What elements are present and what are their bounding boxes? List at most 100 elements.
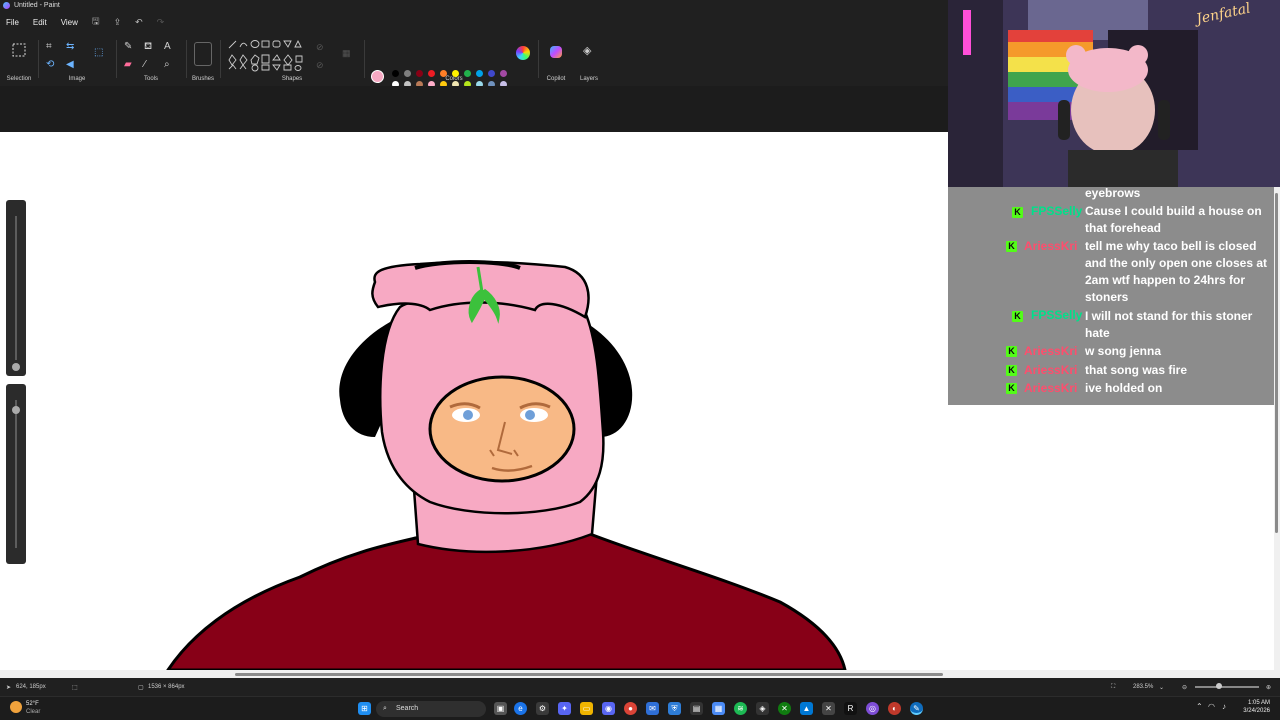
rotate-icon[interactable]: ⟲ — [46, 58, 54, 72]
weather-condition[interactable]: Clear — [26, 709, 40, 715]
color-swatch[interactable] — [428, 70, 435, 77]
search-label: Search — [396, 705, 419, 712]
resize-icon[interactable]: ⇆ — [66, 40, 74, 54]
status-bar: ➤ 624, 185px ⬚ ▢ 1536 × 864px ⛶ 283.5% ⌄… — [0, 678, 1280, 696]
clock-date[interactable]: 3/24/2026 — [1236, 708, 1270, 714]
share-icon[interactable]: ⇪ — [114, 17, 122, 28]
left-iris-shape — [463, 410, 473, 420]
discord-icon[interactable]: ◉ — [602, 702, 615, 715]
fit-to-window-icon[interactable]: ⛶ — [1111, 684, 1115, 691]
taskbar-search[interactable]: ⌕ Search — [376, 701, 486, 717]
magnifier-icon[interactable]: ⌕ — [164, 58, 170, 72]
paint-canvas-drawing[interactable] — [0, 132, 948, 670]
color-swatch[interactable] — [416, 70, 423, 77]
eraser-icon[interactable]: ▰ — [124, 58, 132, 72]
zoom-dropdown-icon[interactable]: ⌄ — [1159, 684, 1164, 691]
primary-color[interactable] — [371, 70, 384, 83]
wifi-icon[interactable]: ◠ — [1208, 702, 1215, 711]
shapes-gallery-icon[interactable] — [226, 38, 308, 72]
fill-icon[interactable]: ⛾ — [144, 40, 152, 54]
selection-icon[interactable] — [11, 42, 27, 58]
windows-taskbar: 52°F Clear ⊞ ⌕ Search ▣ e ⚙ ✦ ▭ ◉ ● ✉ ⛨ … — [0, 696, 1280, 720]
color-swatch[interactable] — [440, 70, 447, 77]
outlook-icon[interactable]: ✉ — [646, 702, 659, 715]
zoom-level[interactable]: 283.5% — [1133, 684, 1153, 690]
obs-icon[interactable]: ◎ — [866, 702, 879, 715]
toolbar-gap — [0, 86, 948, 132]
chat-username: AriessKri — [1024, 239, 1078, 253]
defender-icon[interactable]: ⛨ — [668, 702, 681, 715]
zoom-out-icon[interactable]: ⊖ — [1182, 684, 1187, 691]
color-swatch[interactable] — [452, 70, 459, 77]
copilot-app-icon[interactable]: ✦ — [558, 702, 571, 715]
flip-icon[interactable]: ◀ — [66, 58, 74, 72]
canvas-slider-top[interactable] — [6, 200, 26, 376]
cursor-position: 624, 185px — [16, 684, 46, 690]
edit-colors-icon[interactable] — [516, 46, 530, 60]
rockstar-icon[interactable]: R — [844, 702, 857, 715]
color-swatch[interactable] — [500, 70, 507, 77]
task-view-icon[interactable]: ▣ — [494, 702, 507, 715]
color-swatch[interactable] — [476, 70, 483, 77]
file-explorer-icon[interactable]: ▭ — [580, 702, 593, 715]
tools-label: Tools — [143, 76, 158, 82]
chrome-icon[interactable]: ● — [624, 702, 637, 715]
zoom-in-icon[interactable]: ⊕ — [1266, 684, 1271, 691]
crop-icon[interactable]: ⌗ — [46, 40, 52, 54]
shape-fill-icon[interactable]: ⊘ — [316, 60, 324, 71]
brush-icon[interactable] — [194, 42, 212, 66]
brushes-group: Brushes — [190, 36, 216, 84]
photos-icon[interactable]: ▲ — [800, 702, 813, 715]
text-icon[interactable]: A — [164, 40, 171, 54]
edge-icon[interactable]: e — [514, 702, 527, 715]
color-swatch[interactable] — [488, 70, 495, 77]
outline-icon[interactable]: ⊘ — [316, 42, 324, 53]
zoom-slider-knob[interactable] — [1216, 683, 1222, 689]
kick-badge-icon: K — [1006, 383, 1017, 394]
menu-view[interactable]: View — [61, 18, 78, 27]
start-icon[interactable]: ⊞ — [358, 702, 371, 715]
chat-username: AriessKri — [1024, 381, 1078, 395]
redo-icon[interactable]: ↷ — [157, 17, 165, 28]
chat-message-text: that song was fire — [1085, 363, 1188, 377]
xbox-icon[interactable]: ✕ — [778, 702, 791, 715]
chat-username: AriessKri — [1024, 363, 1078, 377]
image-group: ⌗ ⇆ ⟲ ◀ ⬚ Image — [42, 36, 112, 84]
save-icon[interactable]: 🖫 — [92, 14, 100, 30]
slider-knob[interactable] — [12, 363, 20, 371]
color-picker-icon[interactable]: ⁄ — [144, 58, 146, 72]
copilot-label: Copilot — [546, 76, 566, 82]
canvas-slider-bottom[interactable] — [6, 384, 26, 564]
weather-icon[interactable] — [10, 701, 22, 713]
excel-icon[interactable]: ✕ — [822, 702, 835, 715]
store-icon[interactable]: ▤ — [690, 702, 703, 715]
spotify-icon[interactable]: ≋ — [734, 702, 747, 715]
color-swatch[interactable] — [404, 70, 411, 77]
slider-knob-2[interactable] — [12, 406, 20, 414]
shape-size-icon[interactable]: ▦ — [342, 48, 351, 59]
menu-edit[interactable]: Edit — [33, 18, 47, 27]
chat-overlay: eyebrows K FPSSelly Cause I could build … — [948, 186, 1276, 405]
kick-badge-icon: K — [1012, 207, 1023, 218]
clock-time[interactable]: 1:05 AM — [1236, 700, 1270, 706]
layers-icon[interactable]: ◈ — [583, 44, 591, 57]
menu-file[interactable]: File — [6, 18, 19, 27]
settings-icon[interactable]: ⚙ — [536, 702, 549, 715]
zoom-slider[interactable] — [1195, 686, 1259, 688]
calculator-icon[interactable]: ▦ — [712, 702, 725, 715]
gamepad-icon[interactable]: ◈ — [756, 702, 769, 715]
vertical-scrollbar[interactable] — [1274, 187, 1280, 670]
pencil-icon[interactable]: ✎ — [124, 40, 132, 54]
webcam-overlay: Jenfatal — [948, 0, 1280, 187]
horizontal-scrollbar[interactable] — [0, 670, 1280, 678]
paint-taskbar-icon[interactable]: ✎ — [910, 702, 923, 715]
color-swatch[interactable] — [464, 70, 471, 77]
undo-icon[interactable]: ↶ — [135, 17, 143, 28]
volume-icon[interactable]: ♪ — [1222, 702, 1226, 711]
color-swatch[interactable] — [392, 70, 399, 77]
copilot-icon[interactable] — [550, 46, 562, 58]
weather-temp[interactable]: 52°F — [26, 701, 39, 707]
chevron-up-icon[interactable]: ⌃ — [1196, 702, 1203, 711]
app-icon-red[interactable]: ◐ — [888, 702, 901, 715]
image-select-icon[interactable]: ⬚ — [94, 46, 103, 60]
